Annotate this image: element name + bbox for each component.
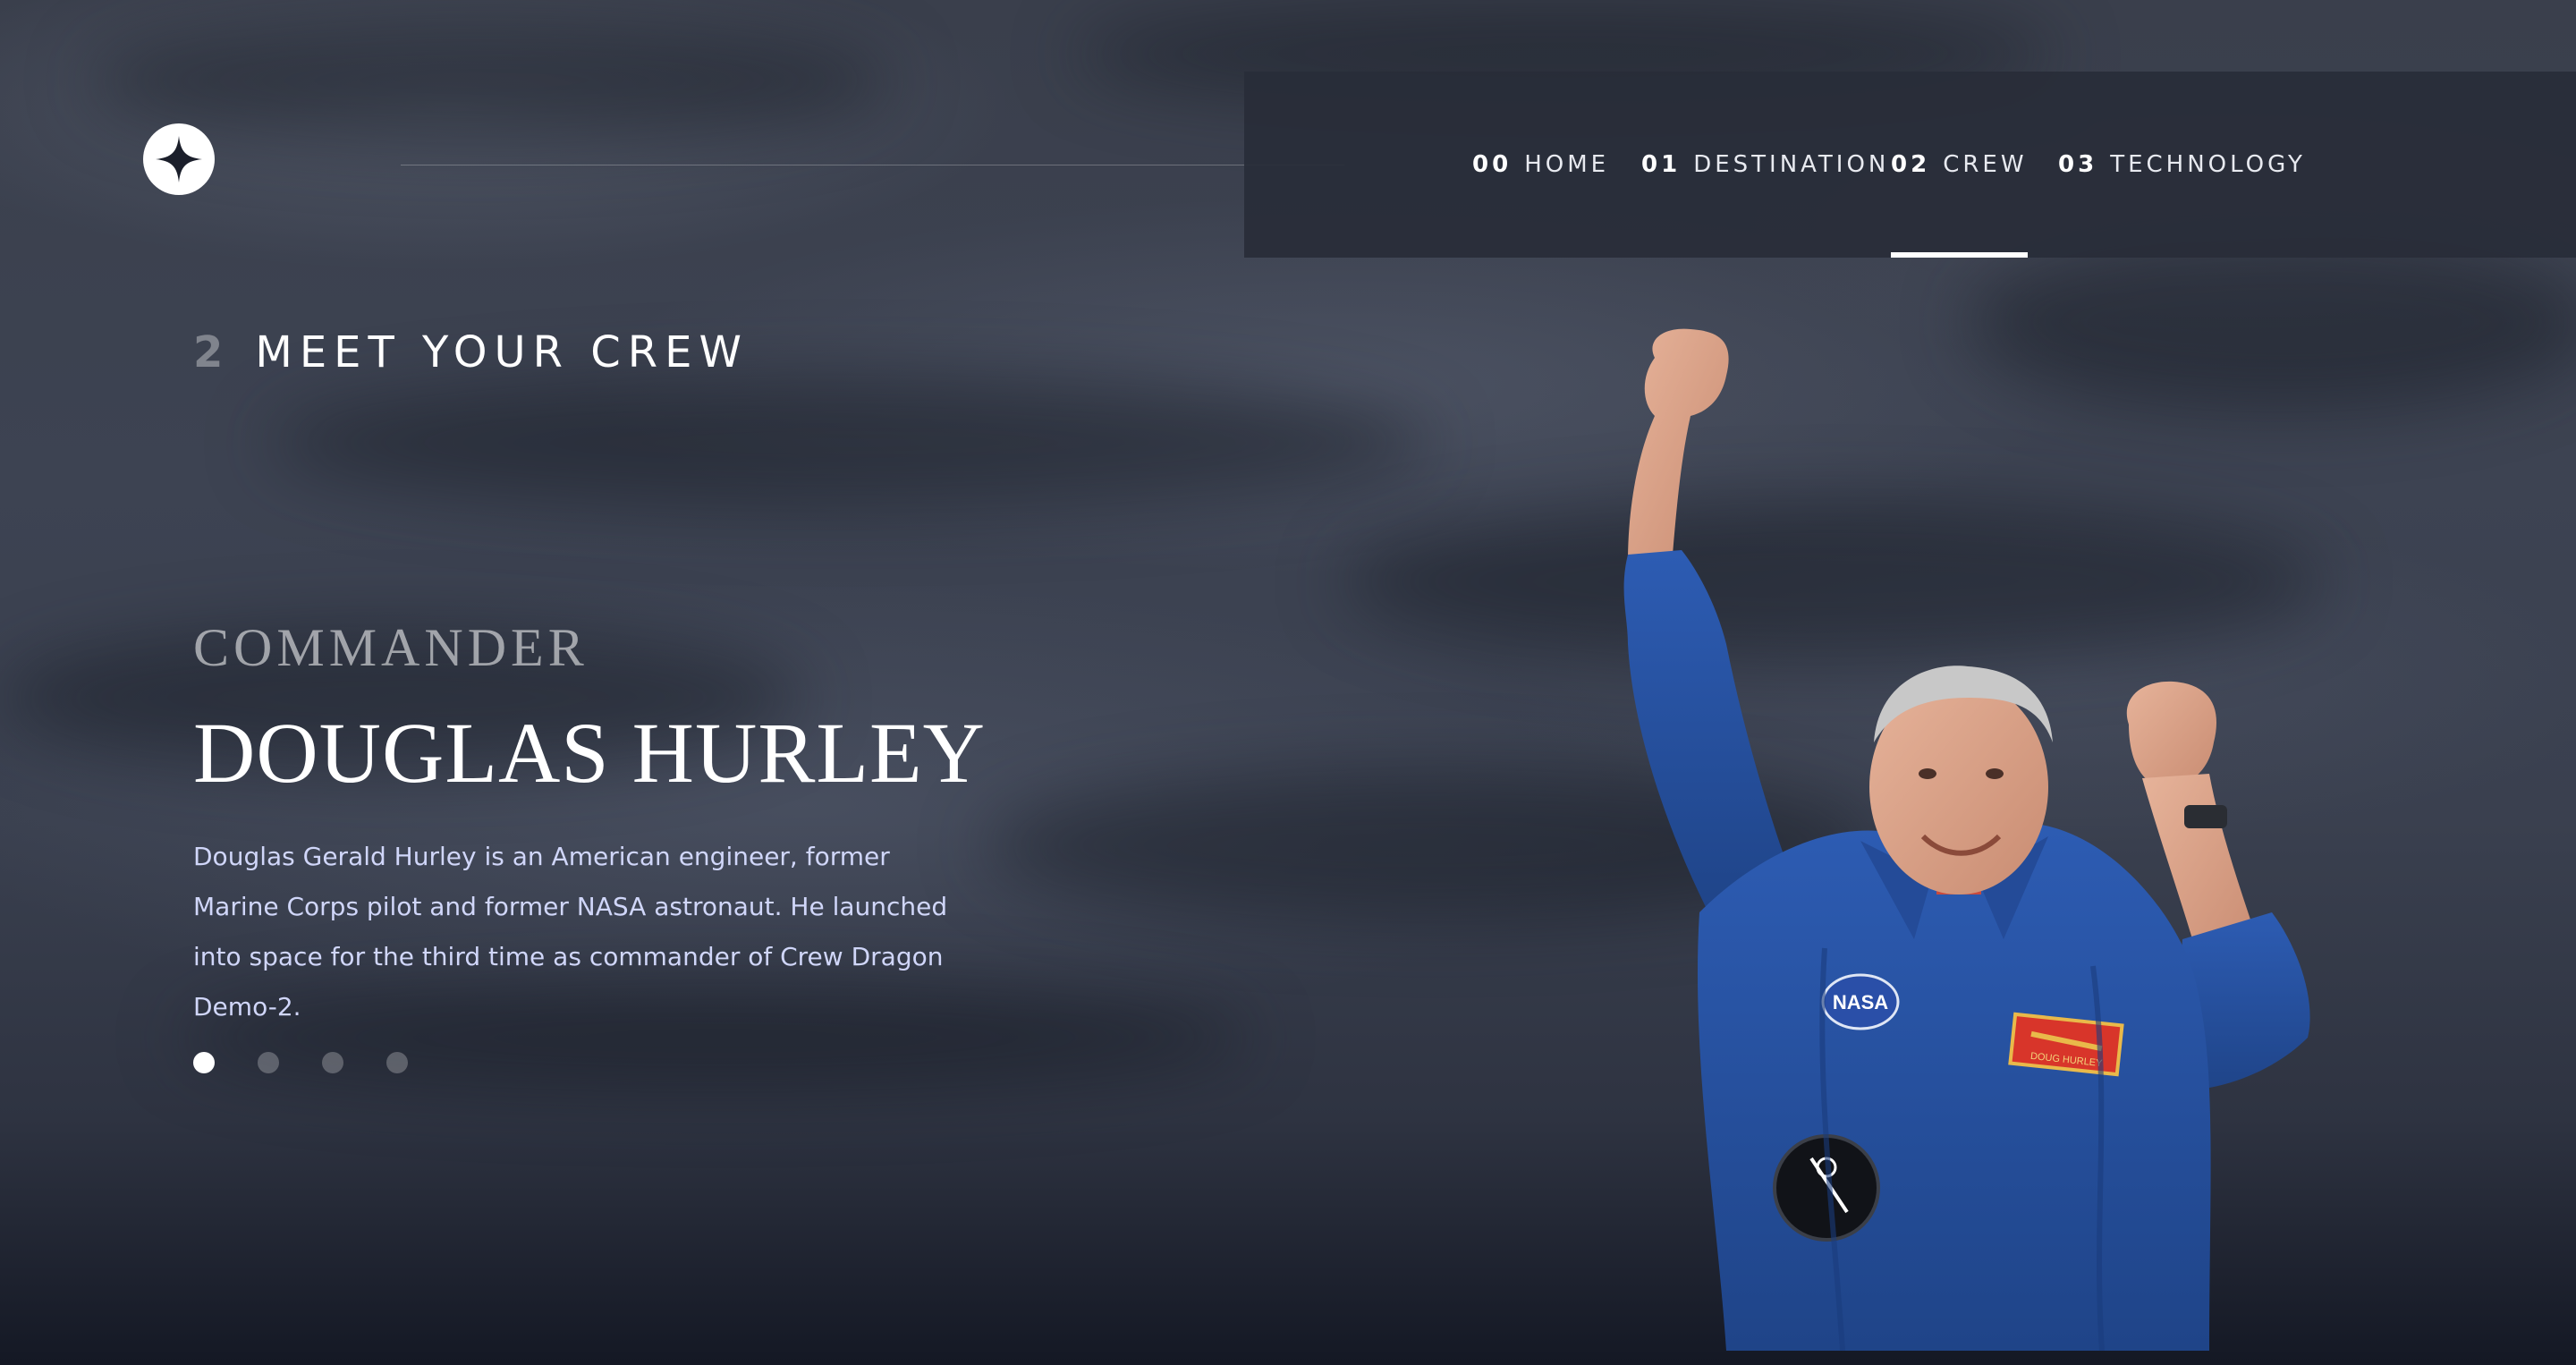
- nav-item-label: DESTINATION: [1693, 151, 1890, 178]
- nav-item-label: CREW: [1943, 151, 2028, 178]
- nav-item-home[interactable]: 00 HOME: [1472, 72, 1609, 258]
- nav-item-number: 02: [1891, 151, 1931, 178]
- crew-role: COMMANDER: [193, 618, 589, 677]
- crew-pagination: [193, 1052, 408, 1073]
- page-title-label: MEET YOUR CREW: [255, 327, 749, 377]
- main-navigation: 00 HOME 01 DESTINATION 02 CREW 03 TECHNO…: [1244, 72, 2576, 258]
- pagination-dot-1[interactable]: [193, 1052, 215, 1073]
- page-title-number: 2: [193, 327, 231, 377]
- page-title: 2 MEET YOUR CREW: [193, 327, 749, 377]
- nav-item-label: HOME: [1524, 151, 1610, 178]
- pagination-dot-4[interactable]: [386, 1052, 408, 1073]
- svg-text:NASA: NASA: [1833, 991, 1888, 1013]
- crew-portrait-image: NASA DOUG HURLEY: [1592, 322, 2397, 1352]
- crew-bio: Douglas Gerald Hurley is an American eng…: [193, 842, 948, 1022]
- crew-name: DOUGLAS HURLEY: [193, 705, 986, 801]
- pagination-dot-3[interactable]: [322, 1052, 343, 1073]
- logo-icon[interactable]: [143, 123, 215, 195]
- nav-item-destination[interactable]: 01 DESTINATION: [1641, 72, 1889, 258]
- nav-item-technology[interactable]: 03 TECHNOLOGY: [2058, 72, 2306, 258]
- nav-item-number: 03: [2058, 151, 2098, 178]
- pagination-dot-2[interactable]: [258, 1052, 279, 1073]
- nav-item-number: 01: [1641, 151, 1682, 178]
- nav-item-label: TECHNOLOGY: [2110, 151, 2306, 178]
- nav-item-crew[interactable]: 02 CREW: [1891, 72, 2028, 258]
- nav-item-number: 00: [1472, 151, 1513, 178]
